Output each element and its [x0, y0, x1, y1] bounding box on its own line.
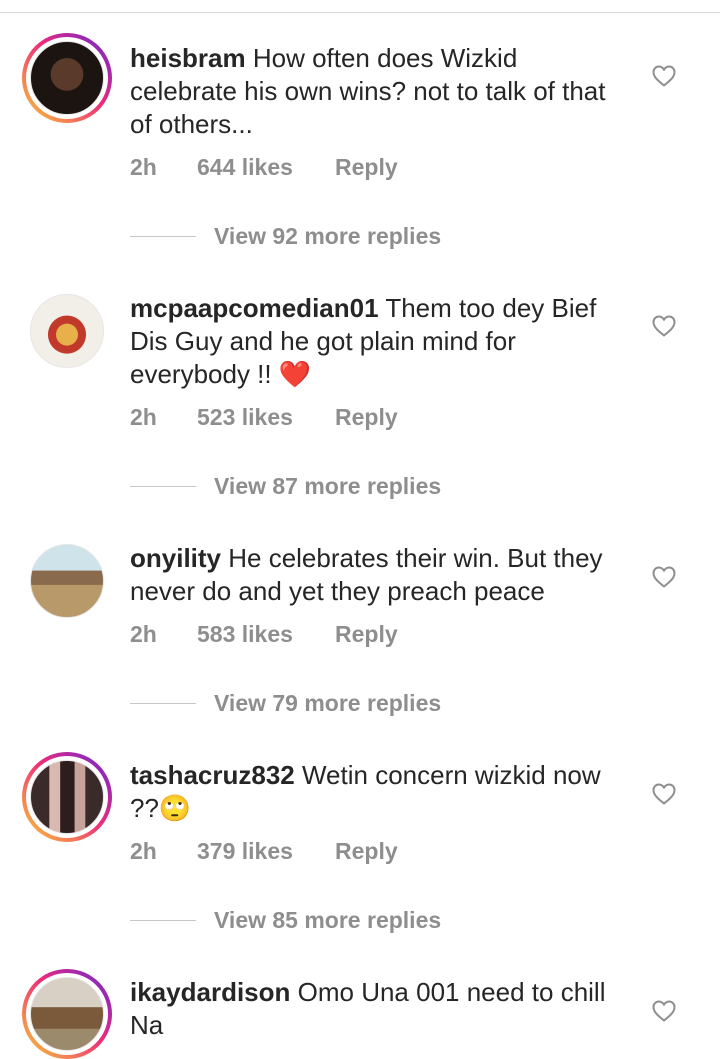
reply-button[interactable]: Reply — [335, 836, 398, 866]
comment-likes[interactable]: 583 likes — [197, 619, 293, 649]
avatar[interactable] — [22, 33, 112, 123]
comment-username[interactable]: heisbram — [130, 43, 246, 73]
view-replies-label: View 79 more replies — [214, 690, 442, 716]
comment-likes[interactable]: 644 likes — [197, 152, 293, 182]
avatar-image — [30, 41, 104, 115]
replies-divider-line — [130, 703, 196, 704]
comment-likes[interactable]: 523 likes — [197, 402, 293, 432]
like-heart-icon[interactable] — [652, 566, 676, 588]
avatar-image — [30, 544, 104, 618]
comment-text: heisbram How often does Wizkid celebrate… — [130, 42, 630, 141]
top-divider — [0, 12, 720, 13]
comment-time: 2h — [130, 154, 157, 180]
comment-text: onyility He celebrates their win. But th… — [130, 542, 630, 608]
avatar-image — [30, 977, 104, 1051]
like-heart-icon[interactable] — [652, 783, 676, 805]
comment-time: 2h — [130, 404, 157, 430]
comment-username[interactable]: mcpaapcomedian01 — [130, 293, 379, 323]
comment-username[interactable]: tashacruz832 — [130, 760, 295, 790]
view-replies-label: View 85 more replies — [214, 907, 442, 933]
avatar-image — [30, 294, 104, 368]
view-replies-label: View 87 more replies — [214, 473, 442, 499]
comment-time: 2h — [130, 838, 157, 864]
comment-time: 2h — [130, 621, 157, 647]
like-heart-icon[interactable] — [652, 315, 676, 337]
avatar[interactable] — [22, 286, 112, 376]
reply-button[interactable]: Reply — [335, 619, 398, 649]
avatar[interactable] — [22, 536, 112, 626]
avatar-image — [30, 760, 104, 834]
like-heart-icon[interactable] — [652, 1000, 676, 1022]
comment-text: tashacruz832 Wetin concern wizkid now ??… — [130, 759, 630, 825]
replies-divider-line — [130, 486, 196, 487]
comment-text: ikaydardison Omo Una 001 need to chill N… — [130, 976, 630, 1042]
reply-button[interactable]: Reply — [335, 152, 398, 182]
avatar[interactable] — [22, 752, 112, 842]
comment-username[interactable]: ikaydardison — [130, 977, 290, 1007]
red-heart-emoji: ❤️ — [278, 359, 312, 389]
reply-button[interactable]: Reply — [335, 402, 398, 432]
avatar[interactable] — [22, 969, 112, 1059]
comment-likes[interactable]: 379 likes — [197, 836, 293, 866]
comment-text: mcpaapcomedian01 Them too dey Bief Dis G… — [130, 292, 630, 391]
replies-divider-line — [130, 236, 196, 237]
view-replies-label: View 92 more replies — [214, 223, 442, 249]
comment-username[interactable]: onyility — [130, 543, 221, 573]
replies-divider-line — [130, 920, 196, 921]
like-heart-icon[interactable] — [652, 65, 676, 87]
